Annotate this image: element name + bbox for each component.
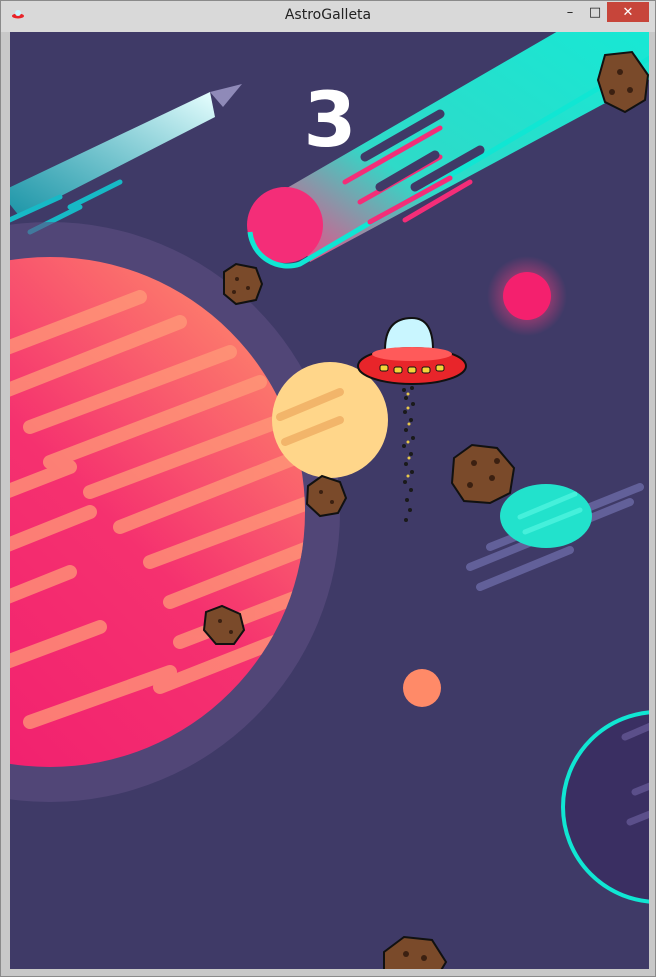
close-button[interactable]: ✕ (607, 2, 649, 22)
ufo-player (357, 316, 467, 385)
cookie-asteroid (450, 443, 516, 505)
teal-ringed-planet (561, 710, 649, 904)
game-canvas[interactable]: 3 (10, 32, 649, 969)
game-window: AstroGalleta – □ ✕ 3 (0, 0, 656, 977)
small-pink-planet (503, 272, 551, 320)
cookie-asteroid (223, 262, 264, 306)
score-counter: 3 (303, 75, 357, 164)
ufo-exhaust-trail (402, 386, 415, 522)
maximize-button[interactable]: □ (583, 2, 607, 22)
small-orange-planet (403, 669, 441, 707)
minimize-button[interactable]: – (557, 2, 583, 22)
cookie-asteroid (305, 474, 348, 518)
space-background (10, 32, 649, 969)
title-bar[interactable]: AstroGalleta – □ ✕ (1, 1, 655, 32)
big-pink-planet (10, 222, 340, 802)
small-comet (10, 84, 242, 235)
yellow-moon (272, 362, 388, 478)
cookie-asteroid (383, 935, 448, 969)
